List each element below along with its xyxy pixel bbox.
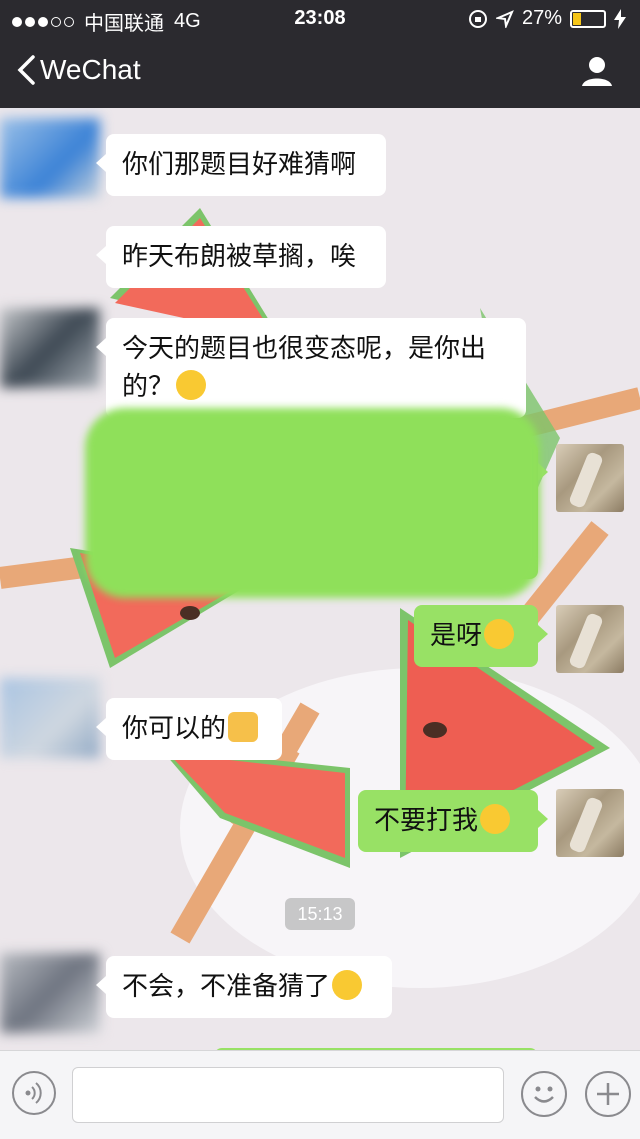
self-avatar[interactable]	[556, 789, 624, 857]
message-text: 你可以的	[122, 714, 227, 744]
message-text: 不要打我	[374, 806, 479, 836]
chat-area[interactable]: 你们那题目好难猜啊 昨天布朗被草搁，唉 今天的题目也很变态呢，是你出 的？ 是呀…	[0, 108, 640, 1050]
status-bar: 中国联通 4G 23:08 27%	[0, 0, 640, 36]
voice-input-button[interactable]	[12, 1071, 56, 1115]
person-icon	[582, 57, 612, 86]
contact-avatar[interactable]	[0, 678, 100, 758]
message-bubble-outgoing[interactable]: 不要打我	[358, 790, 548, 852]
message-text: 是呀	[430, 621, 483, 651]
battery-percent: 27%	[521, 7, 562, 29]
message-timestamp: 15:13	[285, 898, 355, 930]
message-bubble-incoming[interactable]: 你们那题目好难猜啊	[96, 134, 386, 196]
nav-bar: WeChat	[0, 36, 640, 108]
back-button[interactable]: WeChat	[16, 54, 141, 86]
chat-info-button[interactable]	[580, 54, 614, 92]
self-avatar[interactable]	[556, 605, 624, 673]
tears-of-joy-emoji	[484, 619, 515, 649]
message-bubble-outgoing[interactable]: 是呀	[414, 605, 548, 667]
input-bar	[0, 1050, 640, 1139]
voice-icon	[25, 1082, 42, 1104]
tears-of-joy-emoji	[480, 804, 511, 834]
contact-avatar[interactable]	[0, 118, 100, 198]
charging-icon	[614, 8, 626, 29]
message-bubble-incoming[interactable]: 昨天布朗被草搁，唉	[96, 226, 386, 288]
contact-avatar[interactable]	[0, 308, 100, 388]
orientation-lock-icon	[468, 9, 487, 28]
message-text: 今天的题目也很变态呢，是你出	[122, 334, 487, 364]
thumbs-up-emoji	[228, 712, 259, 742]
message-bubble-incoming[interactable]: 不会，不准备猜了	[96, 956, 392, 1018]
thinking-face-emoji	[176, 370, 207, 400]
plus-icon	[597, 1083, 619, 1105]
message-text-line2: 的？	[122, 372, 175, 402]
battery-icon	[570, 9, 606, 28]
message-bubble-incoming[interactable]: 今天的题目也很变态呢，是你出 的？	[96, 318, 526, 418]
chevron-left-icon	[17, 55, 35, 85]
contact-avatar[interactable]	[0, 953, 100, 1033]
self-avatar[interactable]	[556, 444, 624, 512]
scribble-redaction	[85, 408, 540, 598]
emoji-button[interactable]	[521, 1071, 567, 1117]
message-bubble-incoming[interactable]: 你可以的	[96, 698, 282, 760]
message-text: 昨天布朗被草搁，唉	[122, 242, 357, 272]
more-actions-button[interactable]	[585, 1071, 631, 1117]
thinking-face-emoji	[332, 970, 363, 1000]
location-icon	[495, 9, 514, 28]
message-text: 不会，不准备猜了	[122, 972, 331, 1002]
message-text: 你们那题目好难猜啊	[122, 150, 357, 180]
message-input[interactable]	[72, 1067, 504, 1123]
smiley-icon	[534, 1086, 554, 1103]
back-label: WeChat	[40, 54, 141, 85]
